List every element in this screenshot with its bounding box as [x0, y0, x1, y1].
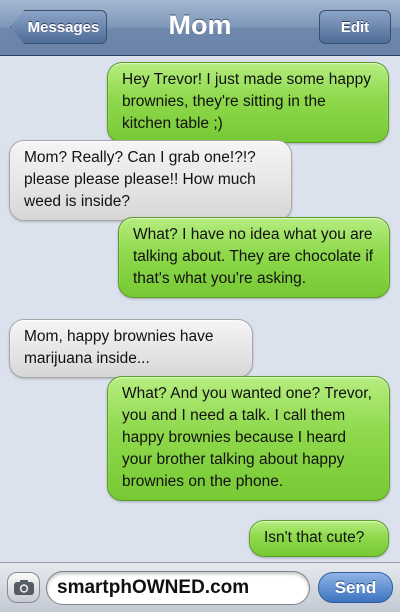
camera-icon: [13, 580, 34, 595]
camera-button[interactable]: [7, 572, 40, 603]
edit-button[interactable]: Edit: [319, 10, 391, 44]
message-bubble-received[interactable]: Mom, happy brownies have marijuana insid…: [9, 319, 253, 378]
message-bubble-sent[interactable]: What? I have no idea what you are talkin…: [118, 217, 390, 298]
compose-bar: smartphOWNED.com Send: [0, 562, 400, 612]
nav-bar: Messages Mom Edit: [0, 0, 400, 56]
message-bubble-sent[interactable]: What? And you wanted one? Trevor, you an…: [107, 376, 390, 501]
message-bubble-sent[interactable]: Hey Trevor! I just made some happy brown…: [107, 62, 389, 143]
message-bubble-sent[interactable]: Isn't that cute?: [249, 520, 389, 557]
message-input[interactable]: smartphOWNED.com: [46, 571, 310, 605]
message-bubble-received[interactable]: Mom? Really? Can I grab one!?!? please p…: [9, 140, 292, 221]
send-button[interactable]: Send: [318, 572, 393, 603]
